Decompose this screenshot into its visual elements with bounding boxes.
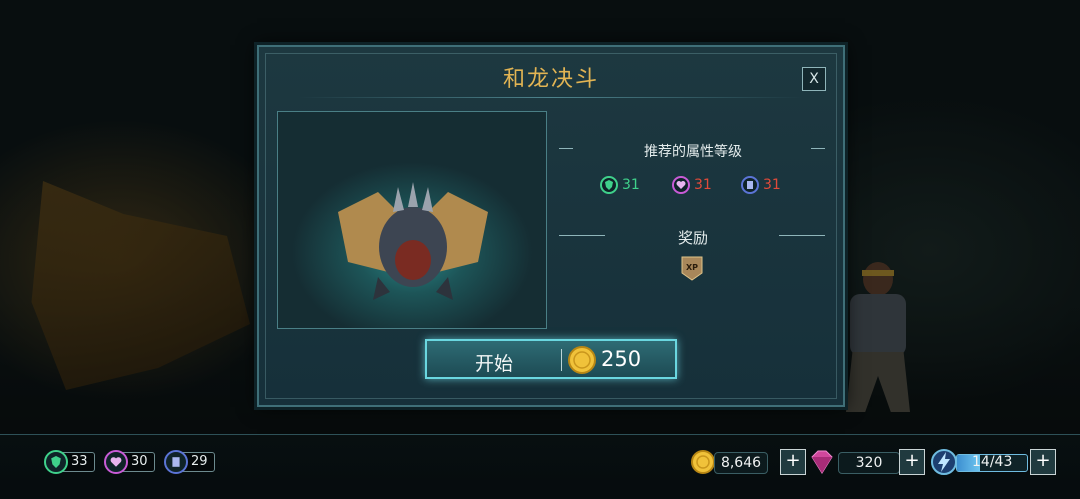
book-icon bbox=[741, 176, 759, 194]
shield-icon bbox=[600, 176, 618, 194]
divider-line bbox=[779, 235, 825, 236]
stat-value: 31 bbox=[694, 177, 712, 193]
energy-value: 14/43 bbox=[972, 454, 1013, 470]
recommended-stat-book: 31 bbox=[741, 175, 781, 195]
add-gems-button[interactable]: + bbox=[899, 449, 925, 475]
dialog-title: 和龙决斗 bbox=[502, 67, 599, 92]
duel-dialog: 和龙决斗 X 推荐的属性等级 31 31 31 奖励 XP 开始 250 bbox=[257, 45, 845, 407]
start-separator bbox=[561, 349, 562, 371]
gem-icon bbox=[811, 450, 833, 474]
heart-icon bbox=[104, 450, 128, 474]
coin-icon bbox=[691, 450, 715, 474]
start-button[interactable]: 开始 250 bbox=[425, 339, 677, 379]
divider-line bbox=[811, 148, 825, 149]
dragon-portrait bbox=[277, 111, 547, 329]
recommended-stat-shield: 31 bbox=[600, 175, 640, 195]
gems-counter: 320 + bbox=[808, 449, 925, 475]
hud-stat-shield: 33 bbox=[44, 449, 95, 475]
book-icon bbox=[164, 450, 188, 474]
coins-value: 8,646 bbox=[714, 452, 768, 474]
dragon-image bbox=[338, 182, 488, 300]
add-coins-button[interactable]: + bbox=[780, 449, 806, 475]
coins-counter: 8,646 + bbox=[690, 449, 806, 475]
recommended-stat-heart: 31 bbox=[672, 175, 712, 195]
start-cost: 250 bbox=[601, 347, 642, 371]
add-energy-button[interactable]: + bbox=[1030, 449, 1056, 475]
hud-stat-book: 29 bbox=[164, 449, 215, 475]
stat-value: 31 bbox=[622, 177, 640, 193]
title-divider bbox=[299, 97, 803, 98]
lightning-icon bbox=[931, 449, 957, 475]
gems-value: 320 bbox=[838, 452, 900, 474]
bottom-hud: 33 30 29 8,646 + 320 + 14/43 + bbox=[0, 434, 1080, 499]
hud-stat-heart: 30 bbox=[104, 449, 155, 475]
coin-icon bbox=[568, 346, 596, 374]
stat-value: 31 bbox=[763, 177, 781, 193]
close-button[interactable]: X bbox=[802, 67, 826, 91]
shield-icon bbox=[44, 450, 68, 474]
xp-badge-icon: XP bbox=[681, 256, 703, 281]
recommended-stats-label: 推荐的属性等级 bbox=[644, 144, 742, 160]
energy-counter: 14/43 + bbox=[930, 449, 1056, 475]
reward-label: 奖励 bbox=[677, 229, 708, 247]
svg-text:XP: XP bbox=[686, 263, 698, 272]
start-label: 开始 bbox=[475, 353, 514, 375]
heart-icon bbox=[672, 176, 690, 194]
